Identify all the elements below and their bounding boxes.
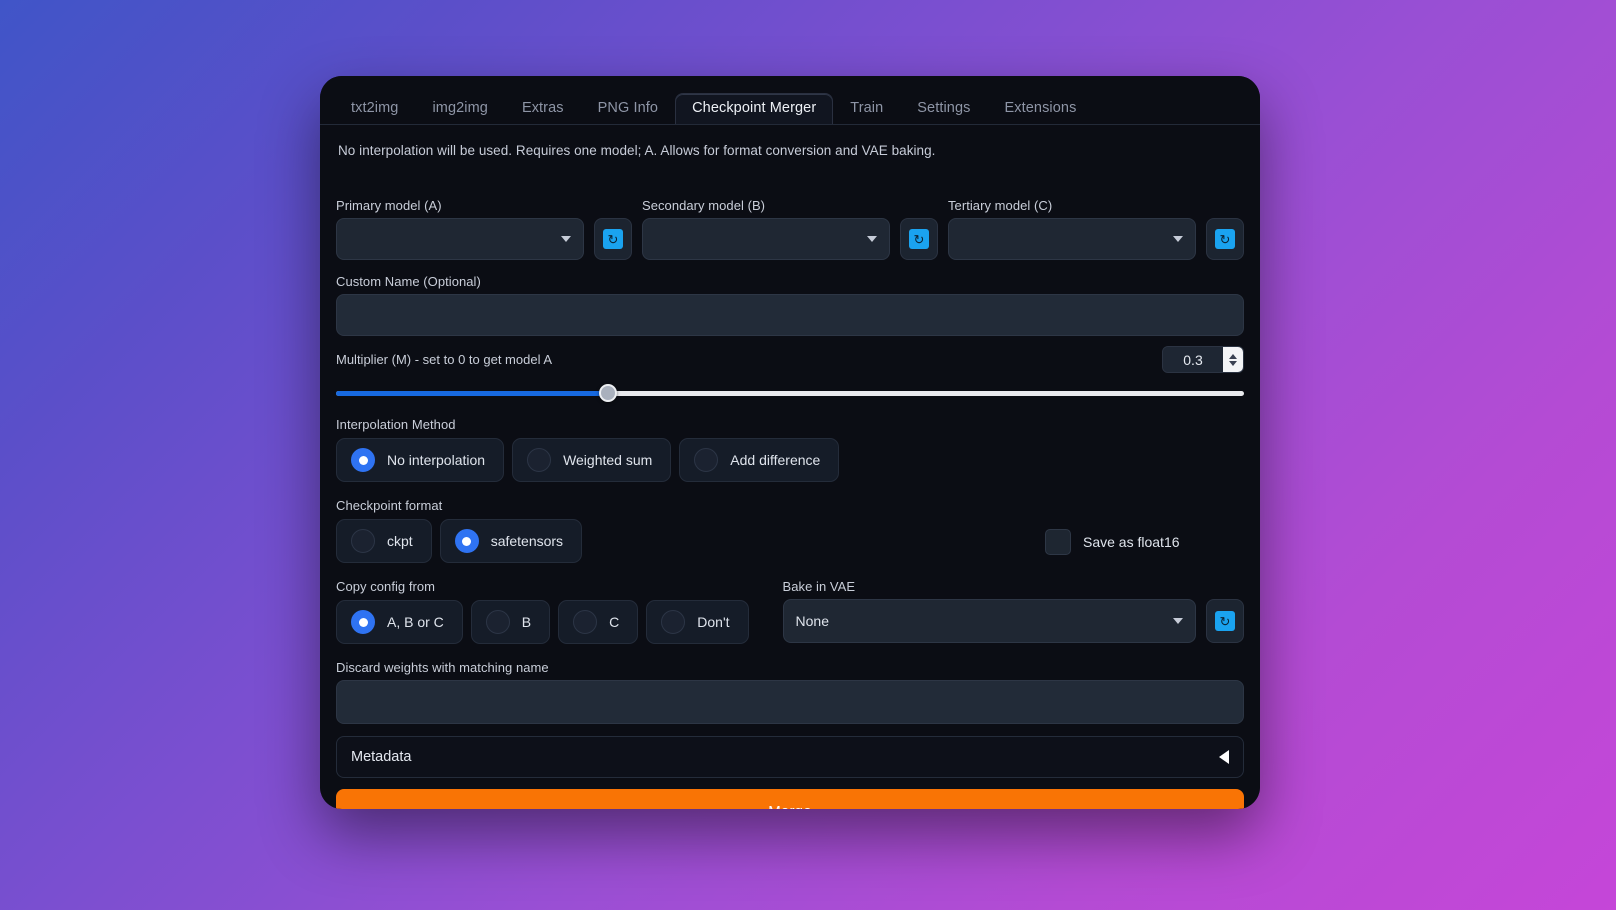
discard-weights-label: Discard weights with matching name (336, 660, 549, 675)
bake-in-vae-label: Bake in VAE (782, 579, 856, 594)
tab-extensions[interactable]: Extensions (987, 93, 1093, 125)
radio-label: A, B or C (387, 614, 444, 630)
save-as-float16-checkbox[interactable]: Save as float16 (1045, 529, 1180, 555)
radio-indicator (661, 610, 686, 634)
primary-model-group: Primary model (A) (336, 198, 584, 260)
multiplier-stepper[interactable] (1223, 347, 1243, 372)
radio-weighted-sum[interactable]: Weighted sum (512, 438, 672, 482)
tertiary-model-select[interactable] (948, 218, 1196, 260)
refresh-icon: ↻ (1215, 611, 1235, 631)
radio-safetensors[interactable]: safetensors (439, 519, 583, 563)
multiplier-group: Multiplier (M) - set to 0 to get model A (336, 346, 1244, 402)
save-as-float16-label: Save as float16 (1083, 534, 1180, 550)
radio-copy-config-b[interactable]: B (470, 600, 551, 644)
copy-config-options: A, B or C B C Don't (336, 600, 749, 644)
radio-label: Add difference (730, 452, 821, 468)
refresh-secondary-model-button[interactable]: ↻ (900, 218, 938, 260)
chevron-down-icon (1173, 618, 1183, 624)
bake-in-vae-group: Bake in VAE None ↻ (765, 579, 1244, 643)
slider-fill (336, 390, 609, 396)
refresh-icon: ↻ (603, 229, 623, 249)
primary-model-select[interactable] (336, 218, 584, 260)
refresh-vae-button[interactable]: ↻ (1206, 599, 1244, 643)
secondary-model-group: Secondary model (B) (642, 198, 890, 260)
chevron-down-icon (1229, 360, 1237, 366)
checkbox-indicator (1045, 529, 1071, 555)
bake-in-vae-select[interactable]: None (782, 599, 1196, 643)
custom-name-group: Custom Name (Optional) (336, 274, 1244, 336)
radio-copy-config-dont[interactable]: Don't (646, 600, 749, 644)
primary-model-label: Primary model (A) (336, 198, 442, 213)
copy-config-label: Copy config from (336, 579, 436, 594)
radio-indicator (351, 610, 375, 634)
radio-label: No interpolation (387, 452, 486, 468)
caret-left-icon (1219, 750, 1229, 764)
radio-indicator (694, 448, 719, 472)
chevron-down-icon (867, 236, 877, 242)
tab-train[interactable]: Train (833, 93, 900, 125)
radio-indicator (573, 610, 598, 634)
metadata-accordion[interactable]: Metadata (336, 736, 1244, 778)
radio-label: B (521, 614, 532, 630)
radio-indicator (454, 529, 479, 553)
refresh-tertiary-model-button[interactable]: ↻ (1206, 218, 1244, 260)
secondary-model-select[interactable] (642, 218, 890, 260)
tab-checkpoint-merger[interactable]: Checkpoint Merger (675, 92, 834, 124)
custom-name-input[interactable] (336, 294, 1244, 336)
copy-config-group: Copy config from A, B or C B C Don't (336, 579, 749, 644)
metadata-accordion-label: Metadata (351, 749, 412, 765)
bake-in-vae-row: None ↻ (782, 599, 1244, 643)
tab-png-info[interactable]: PNG Info (581, 93, 675, 125)
multiplier-value-input[interactable] (1163, 347, 1223, 372)
chevron-up-icon (1229, 353, 1237, 359)
multiplier-label: Multiplier (M) - set to 0 to get model A (336, 352, 553, 367)
tertiary-model-label: Tertiary model (C) (948, 198, 1053, 213)
config-and-vae-row: Copy config from A, B or C B C Don't Bak… (336, 579, 1244, 644)
chevron-down-icon (561, 236, 571, 242)
interpolation-method-options: No interpolation Weighted sum Add differ… (336, 438, 1244, 482)
radio-indicator (351, 448, 375, 472)
secondary-model-label: Secondary model (B) (642, 198, 766, 213)
radio-add-difference[interactable]: Add difference (679, 438, 840, 482)
tab-txt2img[interactable]: txt2img (334, 93, 415, 125)
radio-no-interpolation[interactable]: No interpolation (336, 438, 505, 482)
multiplier-number-field[interactable] (1162, 346, 1244, 373)
radio-indicator (527, 448, 552, 472)
multiplier-slider[interactable] (336, 384, 1244, 402)
tab-settings[interactable]: Settings (900, 93, 987, 125)
radio-indicator (351, 529, 375, 553)
tab-extras[interactable]: Extras (505, 93, 581, 125)
slider-thumb[interactable] (599, 384, 618, 402)
discard-weights-group: Discard weights with matching name (336, 660, 1244, 724)
radio-label: Don't (697, 614, 730, 630)
radio-indicator (485, 610, 510, 634)
radio-label: ckpt (387, 533, 413, 549)
tertiary-model-group: Tertiary model (C) (948, 198, 1196, 260)
radio-copy-config-abc[interactable]: A, B or C (336, 600, 463, 644)
tab-img2img[interactable]: img2img (415, 93, 505, 125)
custom-name-label: Custom Name (Optional) (336, 274, 481, 289)
radio-label: Weighted sum (563, 452, 653, 468)
interpolation-method-label: Interpolation Method (336, 417, 456, 432)
tab-bar: txt2img img2img Extras PNG Info Checkpoi… (320, 76, 1260, 124)
refresh-primary-model-button[interactable]: ↻ (594, 218, 632, 260)
radio-copy-config-c[interactable]: C (558, 600, 639, 644)
app-window: txt2img img2img Extras PNG Info Checkpoi… (320, 76, 1260, 809)
interpolation-method-group: Interpolation Method No interpolation We… (336, 417, 1244, 482)
bake-in-vae-value: None (795, 613, 829, 629)
interpolation-notice: No interpolation will be used. Requires … (338, 143, 936, 158)
radio-ckpt[interactable]: ckpt (336, 519, 432, 563)
radio-label: C (609, 614, 620, 630)
radio-label: safetensors (490, 533, 564, 549)
chevron-down-icon (1173, 236, 1183, 242)
refresh-icon: ↻ (909, 229, 929, 249)
refresh-icon: ↻ (1215, 229, 1235, 249)
checkpoint-merger-panel: No interpolation will be used. Requires … (320, 125, 1260, 809)
model-selection-row: Primary model (A) ↻ Secondary model (B) … (336, 198, 1244, 260)
slider-track (336, 384, 1244, 402)
checkpoint-format-label: Checkpoint format (336, 498, 443, 513)
multiplier-header: Multiplier (M) - set to 0 to get model A (336, 346, 1244, 373)
discard-weights-input[interactable] (336, 680, 1244, 724)
merge-button[interactable]: Merge (336, 789, 1244, 809)
